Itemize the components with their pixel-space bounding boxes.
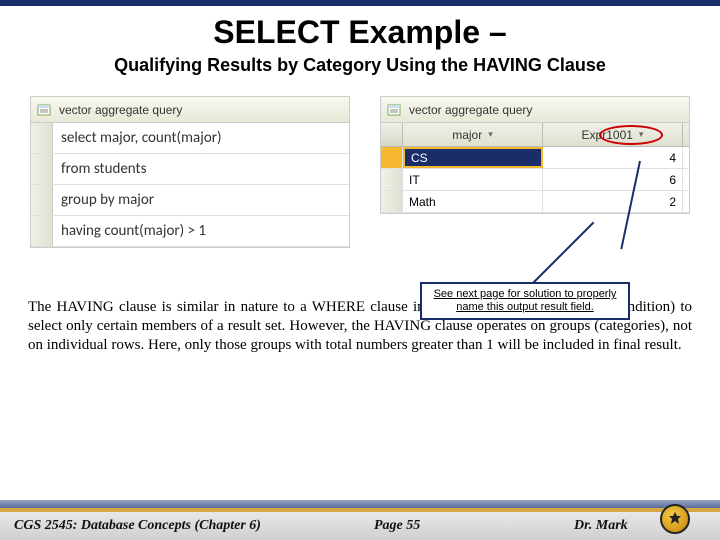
cell-value: 4 <box>543 147 683 168</box>
result-tab-label: vector aggregate query <box>409 103 532 117</box>
row-gutter <box>381 191 403 212</box>
footer: CGS 2545: Database Concepts (Chapter 6) … <box>0 500 720 540</box>
row-gutter <box>381 147 403 168</box>
code-row: select major, count(major) <box>31 123 349 154</box>
header-expr: Expr1001 ▾ <box>543 123 683 146</box>
footer-stripe-blue <box>0 500 720 508</box>
dropdown-icon: ▾ <box>488 129 493 140</box>
cell-major: Math <box>403 191 543 212</box>
header-expr-label: Expr1001 <box>582 128 633 142</box>
slide-title: SELECT Example – <box>0 14 720 51</box>
header-major-label: major <box>452 128 482 142</box>
table-row: IT 6 <box>381 169 689 191</box>
callout-box: See next page for solution to properly n… <box>420 282 630 320</box>
table-row: Math 2 <box>381 191 689 213</box>
query-icon <box>385 101 403 119</box>
row-gutter <box>381 169 403 190</box>
dropdown-icon: ▾ <box>639 129 644 140</box>
top-border <box>0 0 720 6</box>
code-row: having count(major) > 1 <box>31 216 349 247</box>
query-icon <box>35 101 53 119</box>
code-row: group by major <box>31 185 349 216</box>
cell-value: 2 <box>543 191 683 212</box>
code-gutter <box>31 123 53 153</box>
table-row: CS 4 <box>381 147 689 169</box>
result-titlebar: vector aggregate query <box>381 97 689 123</box>
cell-value: 6 <box>543 169 683 190</box>
footer-course: CGS 2545: Database Concepts (Chapter 6) <box>14 518 374 534</box>
code-row: from students <box>31 154 349 185</box>
code-line-1: select major, count(major) <box>53 123 349 153</box>
result-grid-panel: vector aggregate query major ▾ Expr1001 … <box>380 96 690 214</box>
callout-text: See next page for solution to properly n… <box>434 288 617 313</box>
cell-major: IT <box>403 169 543 190</box>
ucf-logo-icon <box>660 504 690 534</box>
code-line-4: having count(major) > 1 <box>53 216 349 246</box>
cell-major: CS <box>403 147 543 168</box>
sql-editor-panel: vector aggregate query select major, cou… <box>30 96 350 248</box>
slide-subtitle: Qualifying Results by Category Using the… <box>0 55 720 76</box>
code-gutter <box>31 185 53 215</box>
code-line-2: from students <box>53 154 349 184</box>
footer-bar: CGS 2545: Database Concepts (Chapter 6) … <box>0 512 720 540</box>
code-line-3: group by major <box>53 185 349 215</box>
header-gutter <box>381 123 403 146</box>
code-gutter <box>31 216 53 246</box>
result-header-row: major ▾ Expr1001 ▾ <box>381 123 689 147</box>
sql-editor-tab-label: vector aggregate query <box>59 103 182 117</box>
header-major: major ▾ <box>403 123 543 146</box>
sql-editor-titlebar: vector aggregate query <box>31 97 349 123</box>
code-gutter <box>31 154 53 184</box>
footer-page: Page 55 <box>374 518 574 534</box>
